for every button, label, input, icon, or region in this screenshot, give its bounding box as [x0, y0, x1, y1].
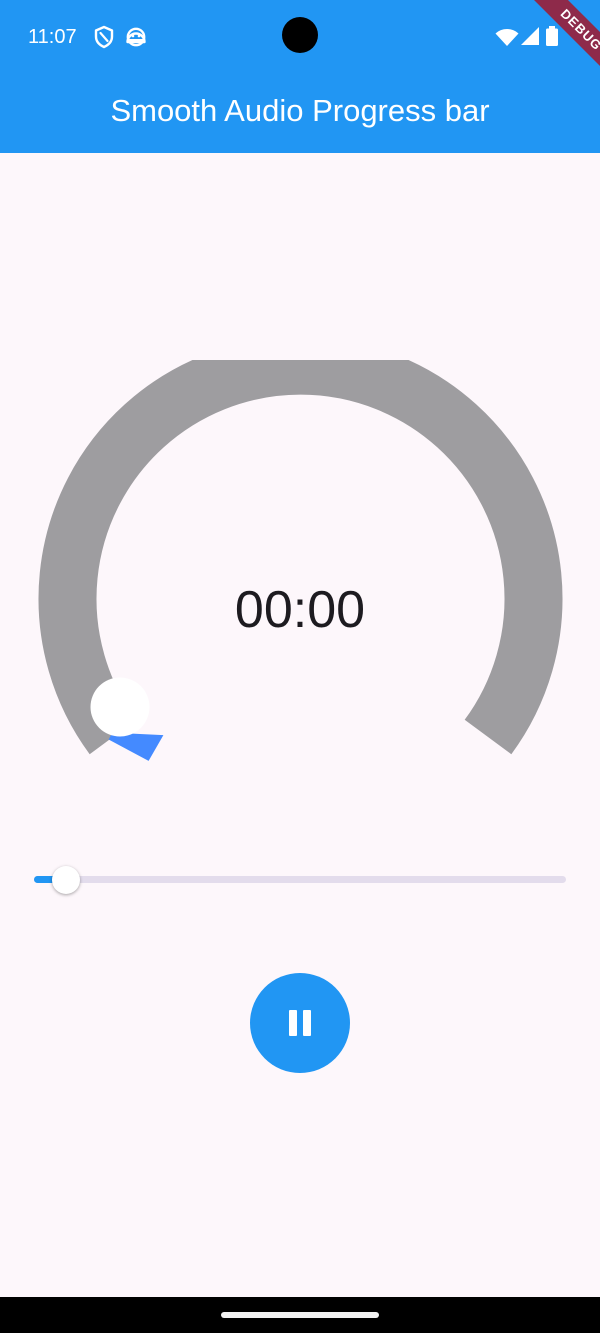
wifi-icon	[494, 24, 520, 50]
pause-button[interactable]	[250, 973, 350, 1073]
android-robot-icon	[124, 24, 148, 50]
elapsed-time-display: 00:00	[234, 581, 366, 639]
shield-icon	[92, 24, 116, 50]
audio-progress-slider[interactable]	[34, 860, 566, 900]
circular-progress-gauge[interactable]	[0, 360, 600, 780]
status-time: 11:07	[28, 26, 77, 48]
camera-cutout	[282, 17, 318, 53]
gauge-handle[interactable]	[90, 677, 150, 737]
app-bar: 11:07 Smooth Audio Progress bar DEBUG	[0, 0, 600, 153]
gauge-track	[38, 360, 563, 755]
app-screen: 11:07 Smooth Audio Progress bar DEBUG 00…	[0, 0, 600, 1333]
cell-signal-icon	[518, 24, 542, 50]
battery-icon	[544, 24, 560, 50]
slider-track[interactable]	[34, 876, 566, 883]
home-gesture-handle[interactable]	[221, 1312, 379, 1318]
pause-icon	[289, 1010, 311, 1036]
page-title: Smooth Audio Progress bar	[110, 93, 490, 128]
slider-thumb[interactable]	[51, 866, 80, 894]
system-navigation-bar	[0, 1297, 600, 1333]
